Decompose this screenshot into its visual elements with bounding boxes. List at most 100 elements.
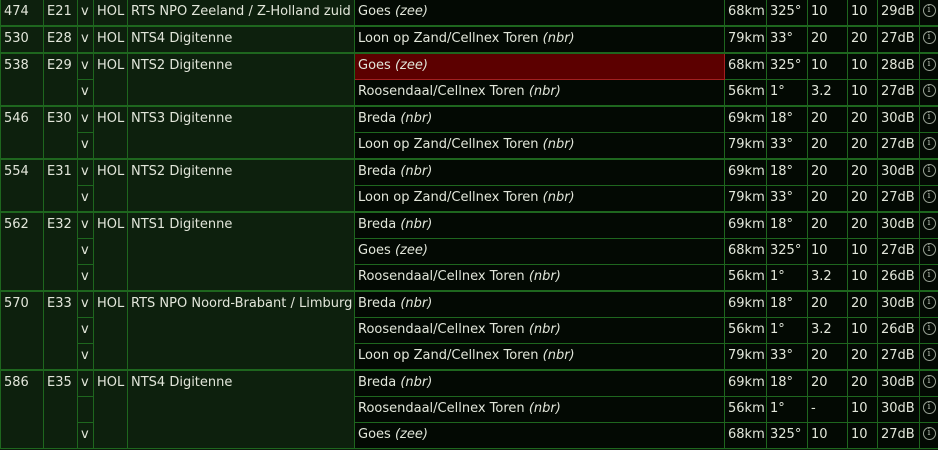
info-button[interactable]: i: [919, 369, 938, 397]
info-button[interactable]: i: [919, 290, 938, 318]
info-button[interactable]: i: [919, 25, 938, 54]
mux-name: NTS2 Digitenne: [127, 158, 355, 213]
info-icon[interactable]: i: [922, 111, 936, 124]
info-icon[interactable]: i: [922, 269, 936, 282]
channel-code: E21: [43, 0, 78, 27]
info-icon[interactable]: i: [922, 31, 936, 44]
site-name: Roosendaal/Cellnex Toren: [358, 322, 525, 337]
transmitter-site[interactable]: Loon op Zand/Cellnex Toren (nbr): [354, 25, 725, 54]
signal-strength: 30dB: [877, 290, 920, 318]
info-icon[interactable]: i: [922, 164, 936, 177]
info-icon[interactable]: i: [922, 322, 936, 335]
polarization: v: [77, 238, 94, 265]
info-icon[interactable]: i: [922, 296, 936, 309]
info-button[interactable]: i: [919, 396, 938, 423]
channel-number: 546: [0, 105, 44, 160]
power-erp: 20: [807, 185, 848, 213]
info-button[interactable]: i: [919, 343, 938, 371]
site-region-note: (nbr): [400, 164, 433, 179]
power-max: 10: [847, 422, 878, 449]
info-icon[interactable]: i: [922, 401, 936, 414]
signal-strength: 27dB: [877, 343, 920, 371]
site-name: Loon op Zand/Cellnex Toren: [358, 31, 539, 46]
signal-strength: 30dB: [877, 211, 920, 239]
transmitter-site[interactable]: Breda (nbr): [354, 211, 725, 239]
transmitter-site[interactable]: Loon op Zand/Cellnex Toren (nbr): [354, 343, 725, 371]
site-region-note: (nbr): [528, 322, 561, 337]
info-button[interactable]: i: [919, 422, 938, 449]
channel-number: 570: [0, 290, 44, 371]
transmitter-site[interactable]: Roosendaal/Cellnex Toren (nbr): [354, 396, 725, 423]
signal-strength: 26dB: [877, 317, 920, 344]
site-name: Goes: [358, 58, 391, 73]
site-name: Roosendaal/Cellnex Toren: [358, 401, 525, 416]
transmitter-site[interactable]: Breda (nbr): [354, 369, 725, 397]
site-name: Goes: [358, 243, 391, 258]
mux-name: RTS NPO Noord-Brabant / Limburg: [127, 290, 355, 371]
info-button[interactable]: i: [919, 52, 938, 80]
site-region-note: (nbr): [528, 401, 561, 416]
signal-strength: 30dB: [877, 396, 920, 423]
transmitter-site[interactable]: Goes (zee): [354, 52, 725, 80]
transmitter-site[interactable]: Roosendaal/Cellnex Toren (nbr): [354, 264, 725, 292]
distance: 79km: [724, 185, 767, 213]
channel-number: 586: [0, 369, 44, 449]
channel-code: E29: [43, 52, 78, 107]
table-row: 546 E30 v HOL NTS3 Digitenne Breda (nbr) 69km 1…: [0, 105, 938, 160]
info-icon[interactable]: i: [922, 217, 936, 230]
info-button[interactable]: i: [919, 317, 938, 344]
info-button[interactable]: i: [919, 105, 938, 133]
power-max: 10: [847, 52, 878, 80]
info-icon[interactable]: i: [922, 243, 936, 256]
transmitter-site[interactable]: Breda (nbr): [354, 105, 725, 133]
info-icon[interactable]: i: [922, 427, 936, 440]
transmitter-site[interactable]: Breda (nbr): [354, 158, 725, 186]
table-row: 530 E28 v HOL NTS4 Digitenne Loon op Zand/Cel…: [0, 25, 938, 54]
polarization: [77, 396, 94, 423]
distance: 56km: [724, 317, 767, 344]
transmitter-site[interactable]: Goes (zee): [354, 238, 725, 265]
transmitter-site[interactable]: Loon op Zand/Cellnex Toren (nbr): [354, 132, 725, 160]
info-button[interactable]: i: [919, 158, 938, 186]
distance: 56km: [724, 264, 767, 292]
polarization: v: [77, 0, 94, 27]
transmitter-site[interactable]: Breda (nbr): [354, 290, 725, 318]
transmitter-site[interactable]: Goes (zee): [354, 0, 725, 27]
country-code: HOL: [93, 290, 128, 371]
power-erp: 10: [807, 0, 848, 27]
channel-number: 562: [0, 211, 44, 292]
info-button[interactable]: i: [919, 211, 938, 239]
info-icon[interactable]: i: [922, 190, 936, 203]
info-button[interactable]: i: [919, 0, 938, 27]
info-button[interactable]: i: [919, 132, 938, 160]
info-icon[interactable]: i: [922, 348, 936, 361]
info-icon[interactable]: i: [922, 137, 936, 150]
site-region-note: (nbr): [400, 217, 433, 232]
polarization: v: [77, 264, 94, 292]
info-button[interactable]: i: [919, 79, 938, 107]
site-name: Loon op Zand/Cellnex Toren: [358, 190, 539, 205]
power-max: 10: [847, 238, 878, 265]
info-button[interactable]: i: [919, 185, 938, 213]
info-button[interactable]: i: [919, 264, 938, 292]
transmitter-site[interactable]: Roosendaal/Cellnex Toren (nbr): [354, 317, 725, 344]
info-icon[interactable]: i: [922, 4, 936, 17]
info-button[interactable]: i: [919, 238, 938, 265]
power-erp: 10: [807, 238, 848, 265]
transmitter-site[interactable]: Roosendaal/Cellnex Toren (nbr): [354, 79, 725, 107]
transmitter-site[interactable]: Goes (zee): [354, 422, 725, 449]
distance: 68km: [724, 238, 767, 265]
transmitter-site[interactable]: Loon op Zand/Cellnex Toren (nbr): [354, 185, 725, 213]
distance: 69km: [724, 211, 767, 239]
signal-strength: 27dB: [877, 25, 920, 54]
site-region-note: (nbr): [400, 296, 433, 311]
country-code: HOL: [93, 369, 128, 449]
info-icon[interactable]: i: [922, 375, 936, 388]
channel-number: 554: [0, 158, 44, 213]
bearing: 325°: [766, 52, 808, 80]
info-icon[interactable]: i: [922, 58, 936, 71]
polarization: v: [77, 185, 94, 213]
site-name: Loon op Zand/Cellnex Toren: [358, 137, 539, 152]
info-icon[interactable]: i: [922, 84, 936, 97]
site-name: Goes: [358, 427, 391, 442]
